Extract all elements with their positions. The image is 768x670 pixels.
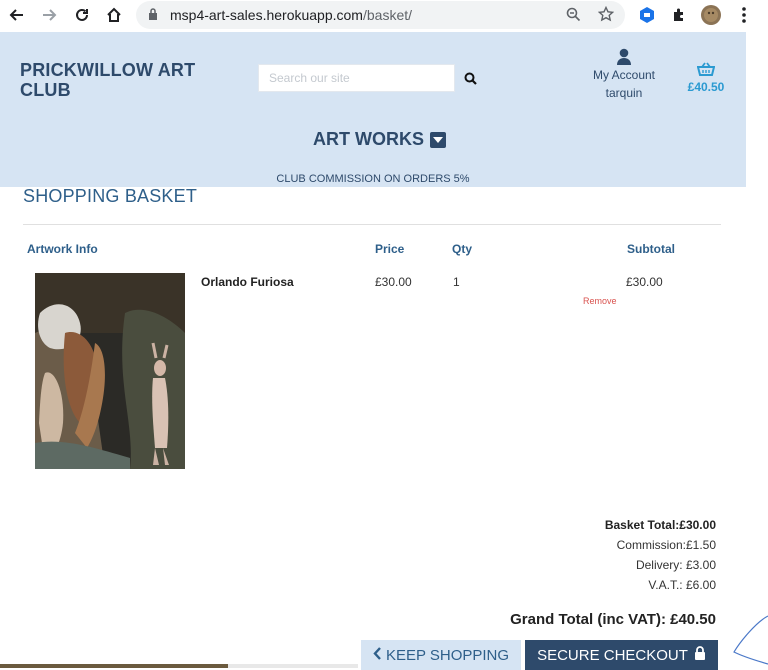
summary-vat: V.A.T.: £6.00 <box>648 578 716 592</box>
decorative-curve <box>733 615 768 665</box>
star-icon[interactable] <box>597 5 615 27</box>
column-header-price: Price <box>375 242 405 256</box>
lock-icon <box>148 8 158 26</box>
user-icon <box>584 44 664 66</box>
divider <box>23 224 721 225</box>
back-arrow-icon[interactable] <box>6 4 28 26</box>
account-username: tarquin <box>605 86 643 100</box>
column-header-info: Artwork Info <box>27 242 98 256</box>
remove-item-link[interactable]: Remove <box>583 296 617 306</box>
forward-arrow-icon[interactable] <box>38 4 60 26</box>
url-text: msp4-art-sales.herokuapp.com/basket/ <box>170 7 412 23</box>
puzzle-icon[interactable] <box>668 4 690 26</box>
taskbar-strip <box>0 664 228 668</box>
my-account-link[interactable]: My Account tarquin <box>584 44 664 102</box>
search-icon[interactable] <box>460 68 480 88</box>
url-path: /basket/ <box>362 7 413 23</box>
art-works-label: ART WORKS <box>313 129 424 149</box>
padlock-icon <box>694 646 706 664</box>
address-bar[interactable]: msp4-art-sales.herokuapp.com/basket/ <box>136 1 625 29</box>
commission-banner: CLUB COMMISSION ON ORDERS 5% <box>276 173 470 185</box>
zoom-icon[interactable] <box>566 7 581 27</box>
caret-down-icon <box>430 131 446 148</box>
brand-line-2: CLUB <box>20 80 71 100</box>
kebab-menu-icon[interactable] <box>733 4 755 26</box>
artwork-price: £30.00 <box>375 275 412 289</box>
site-header: PRICKWILLOW ART CLUB My Account tarquin … <box>0 32 746 187</box>
artwork-qty[interactable]: 1 <box>453 275 460 289</box>
artwork-name: Orlando Furiosa <box>201 275 294 289</box>
basket-total: £40.50 <box>687 80 725 94</box>
secure-checkout-button[interactable]: SECURE CHECKOUT <box>525 640 718 670</box>
browser-toolbar: msp4-art-sales.herokuapp.com/basket/ <box>0 0 768 30</box>
extension-icon[interactable] <box>636 4 658 26</box>
account-label: My Account <box>592 68 656 82</box>
taskbar-strip-2 <box>228 664 358 668</box>
search-input[interactable] <box>258 64 455 92</box>
keep-shopping-label: KEEP SHOPPING <box>385 646 510 664</box>
brand-line-1: PRICKWILLOW ART <box>20 60 196 80</box>
reload-icon[interactable] <box>71 4 93 26</box>
column-header-qty: Qty <box>452 242 473 256</box>
keep-shopping-button[interactable]: KEEP SHOPPING <box>361 640 521 670</box>
summary-commission: Commission:£1.50 <box>616 538 716 552</box>
site-brand[interactable]: PRICKWILLOW ART CLUB <box>20 60 195 100</box>
summary-delivery: Delivery: £3.00 <box>635 558 716 572</box>
artwork-subtotal: £30.00 <box>626 275 663 289</box>
art-works-menu[interactable]: ART WORKS <box>313 129 446 150</box>
basket-link[interactable]: £40.50 <box>682 62 730 94</box>
page-title: SHOPPING BASKET <box>23 186 198 206</box>
grand-total: Grand Total (inc VAT): £40.50 <box>510 611 716 628</box>
summary-basket-total: Basket Total:£30.00 <box>604 518 716 532</box>
chevron-left-icon <box>373 646 382 664</box>
basket-icon <box>682 62 730 80</box>
home-icon[interactable] <box>103 4 125 26</box>
secure-checkout-label: SECURE CHECKOUT <box>537 646 688 664</box>
profile-avatar[interactable] <box>700 4 722 26</box>
column-header-subtotal: Subtotal <box>627 242 675 256</box>
artwork-thumbnail[interactable] <box>35 273 185 469</box>
url-host: msp4-art-sales.herokuapp.com <box>170 7 363 23</box>
